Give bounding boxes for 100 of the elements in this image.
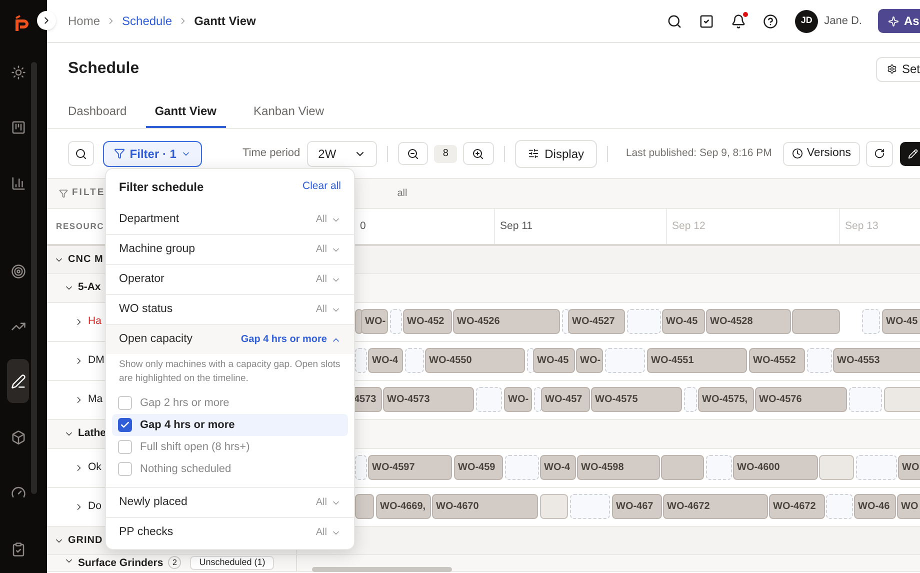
work-order-bar[interactable]: WO-45 [533,348,575,373]
expand-sidebar-button[interactable] [37,11,56,30]
work-order-bar[interactable]: WO-4575, [698,387,754,412]
checkbox[interactable] [118,462,132,476]
nav-icon [10,64,26,80]
filter-row[interactable]: WO status All [106,295,354,324]
zoom-in-button[interactable] [463,142,494,165]
work-order-bar[interactable]: WO-4552 [749,348,805,373]
work-order-bar[interactable]: WO-4 [368,348,403,373]
settings-button[interactable]: Set [876,56,920,82]
work-order-bar[interactable]: WO-4575 [591,387,682,412]
work-order-bar[interactable]: WO-45 [882,309,920,334]
search-icon[interactable] [667,14,682,28]
filter-row[interactable]: Machine group All [106,235,354,264]
work-order-bar[interactable]: WO-467 [612,494,662,519]
work-order-bar[interactable]: WO-46 [854,494,896,519]
popup-title: Filter schedule [119,179,204,196]
filter-option[interactable]: Gap 2 hrs or more [112,392,348,414]
filter-description: Show only machines with a capacity gap. Open slots are highlighted on the timeline. [118,358,342,386]
machine-name[interactable]: DM [88,353,104,369]
checkbox-square-icon[interactable] [699,14,714,28]
checkbox[interactable] [118,440,132,454]
nav-icon [10,542,26,556]
work-order-bar[interactable]: WO-45 [662,309,705,334]
breadcrumb-item[interactable]: Home [68,12,100,30]
group-name[interactable]: GRIND [68,533,103,548]
work-order-bar[interactable]: WO-4670 [432,494,538,519]
work-order-bar[interactable]: WO-4527 [568,309,625,334]
work-order-bar[interactable]: WO-459 [454,455,503,480]
work-order-bar[interactable]: WO- [504,387,532,412]
breadcrumb-item[interactable]: Schedule [122,12,172,30]
work-order-bar[interactable]: WO [898,455,920,480]
filter-icon [114,148,125,159]
work-order-bar[interactable]: WO-4598 [577,455,660,480]
display-button[interactable]: Display [514,140,597,168]
group-name[interactable]: CNC M [68,252,104,267]
work-order-bar[interactable]: WO-4576 [755,387,847,412]
clear-all-link[interactable]: Clear all [302,179,341,195]
nav-icon [10,430,26,444]
filter-option[interactable]: Full shift open (8 hrs+) [112,436,348,458]
search-button[interactable] [68,141,94,166]
work-order-bar[interactable]: WO-4669, [376,494,431,519]
edit-button[interactable] [900,142,920,166]
date-label: 0 [360,218,366,234]
zoom-out-button[interactable] [398,142,428,165]
group-name[interactable]: 5-Ax [78,280,101,296]
user-name: Jane D. [824,14,862,29]
checkbox[interactable] [118,396,132,410]
filter-row[interactable]: Newly placed All [106,488,354,517]
work-order-bar[interactable]: WO- [361,309,388,334]
tab[interactable]: Dashboard [68,95,127,128]
filter-option[interactable]: Nothing scheduled [112,458,348,480]
group-name[interactable]: Surface Grinders [78,556,164,572]
tab[interactable]: Kanban View [254,95,324,128]
work-order-bar[interactable]: WO-4573 [383,387,474,412]
user-avatar[interactable]: JD [795,10,818,32]
work-order-bar[interactable]: WO-4551 [647,348,747,373]
filter-button[interactable]: Filter · 1 [102,140,202,166]
search-icon [74,148,87,160]
work-order-bar[interactable]: WO [897,494,920,519]
work-order-bar[interactable]: WO-4526 [453,309,560,334]
filter-option[interactable]: Gap 4 hrs or more [112,414,348,436]
breadcrumb-item: Gantt View [194,13,256,30]
clock-icon [792,148,803,159]
work-order-bar[interactable]: WO-4672 [663,494,768,519]
work-order-bar[interactable]: WO-457 [541,387,590,412]
machine-name[interactable]: Ha [88,314,102,330]
work-order-bar[interactable]: WO-4528 [706,309,791,334]
machine-name[interactable]: Do [88,499,102,515]
nav-item[interactable] [7,359,29,403]
filter-row[interactable]: Department All [106,205,354,234]
tab[interactable]: Gantt View [146,95,226,128]
work-order-bar[interactable]: WO-452 [403,309,452,334]
pencil-icon [908,148,918,158]
versions-button[interactable]: Versions [782,142,860,166]
page-title: Schedule [68,59,140,79]
ask-button[interactable]: As [878,9,920,33]
refresh-button[interactable] [866,140,893,166]
work-order-bar[interactable]: WO-4550 [425,348,525,373]
work-order-bar[interactable]: WO-4 [540,455,576,480]
sparkle-icon [888,16,899,26]
machine-name[interactable]: Ma [88,392,103,408]
filter-row[interactable]: Open capacity Gap 4 hrs or more [106,325,354,354]
notifications-icon[interactable] [731,14,746,28]
help-icon[interactable] [763,14,778,28]
group-name[interactable]: Lathe [78,426,106,442]
work-order-bar[interactable]: WO-4672 [769,494,825,519]
work-order-bar[interactable]: WO-4553 [833,348,920,373]
filter-row[interactable]: PP checks All [106,518,354,547]
filter-row[interactable]: Operator All [106,265,354,294]
machine-name[interactable]: Ok [88,460,102,476]
nav-icon [10,484,26,500]
time-period-select[interactable]: 2W [307,140,377,166]
checkbox[interactable] [118,418,132,432]
unscheduled-badge[interactable]: Unscheduled (1) [190,556,274,570]
work-order-bar[interactable]: WO-4600 [733,455,818,480]
work-order-bar[interactable]: WO- [576,348,603,373]
horizontal-scrollbar[interactable] [312,567,452,572]
time-period-label: Time period [242,146,300,162]
work-order-bar[interactable]: WO-4597 [368,455,452,480]
